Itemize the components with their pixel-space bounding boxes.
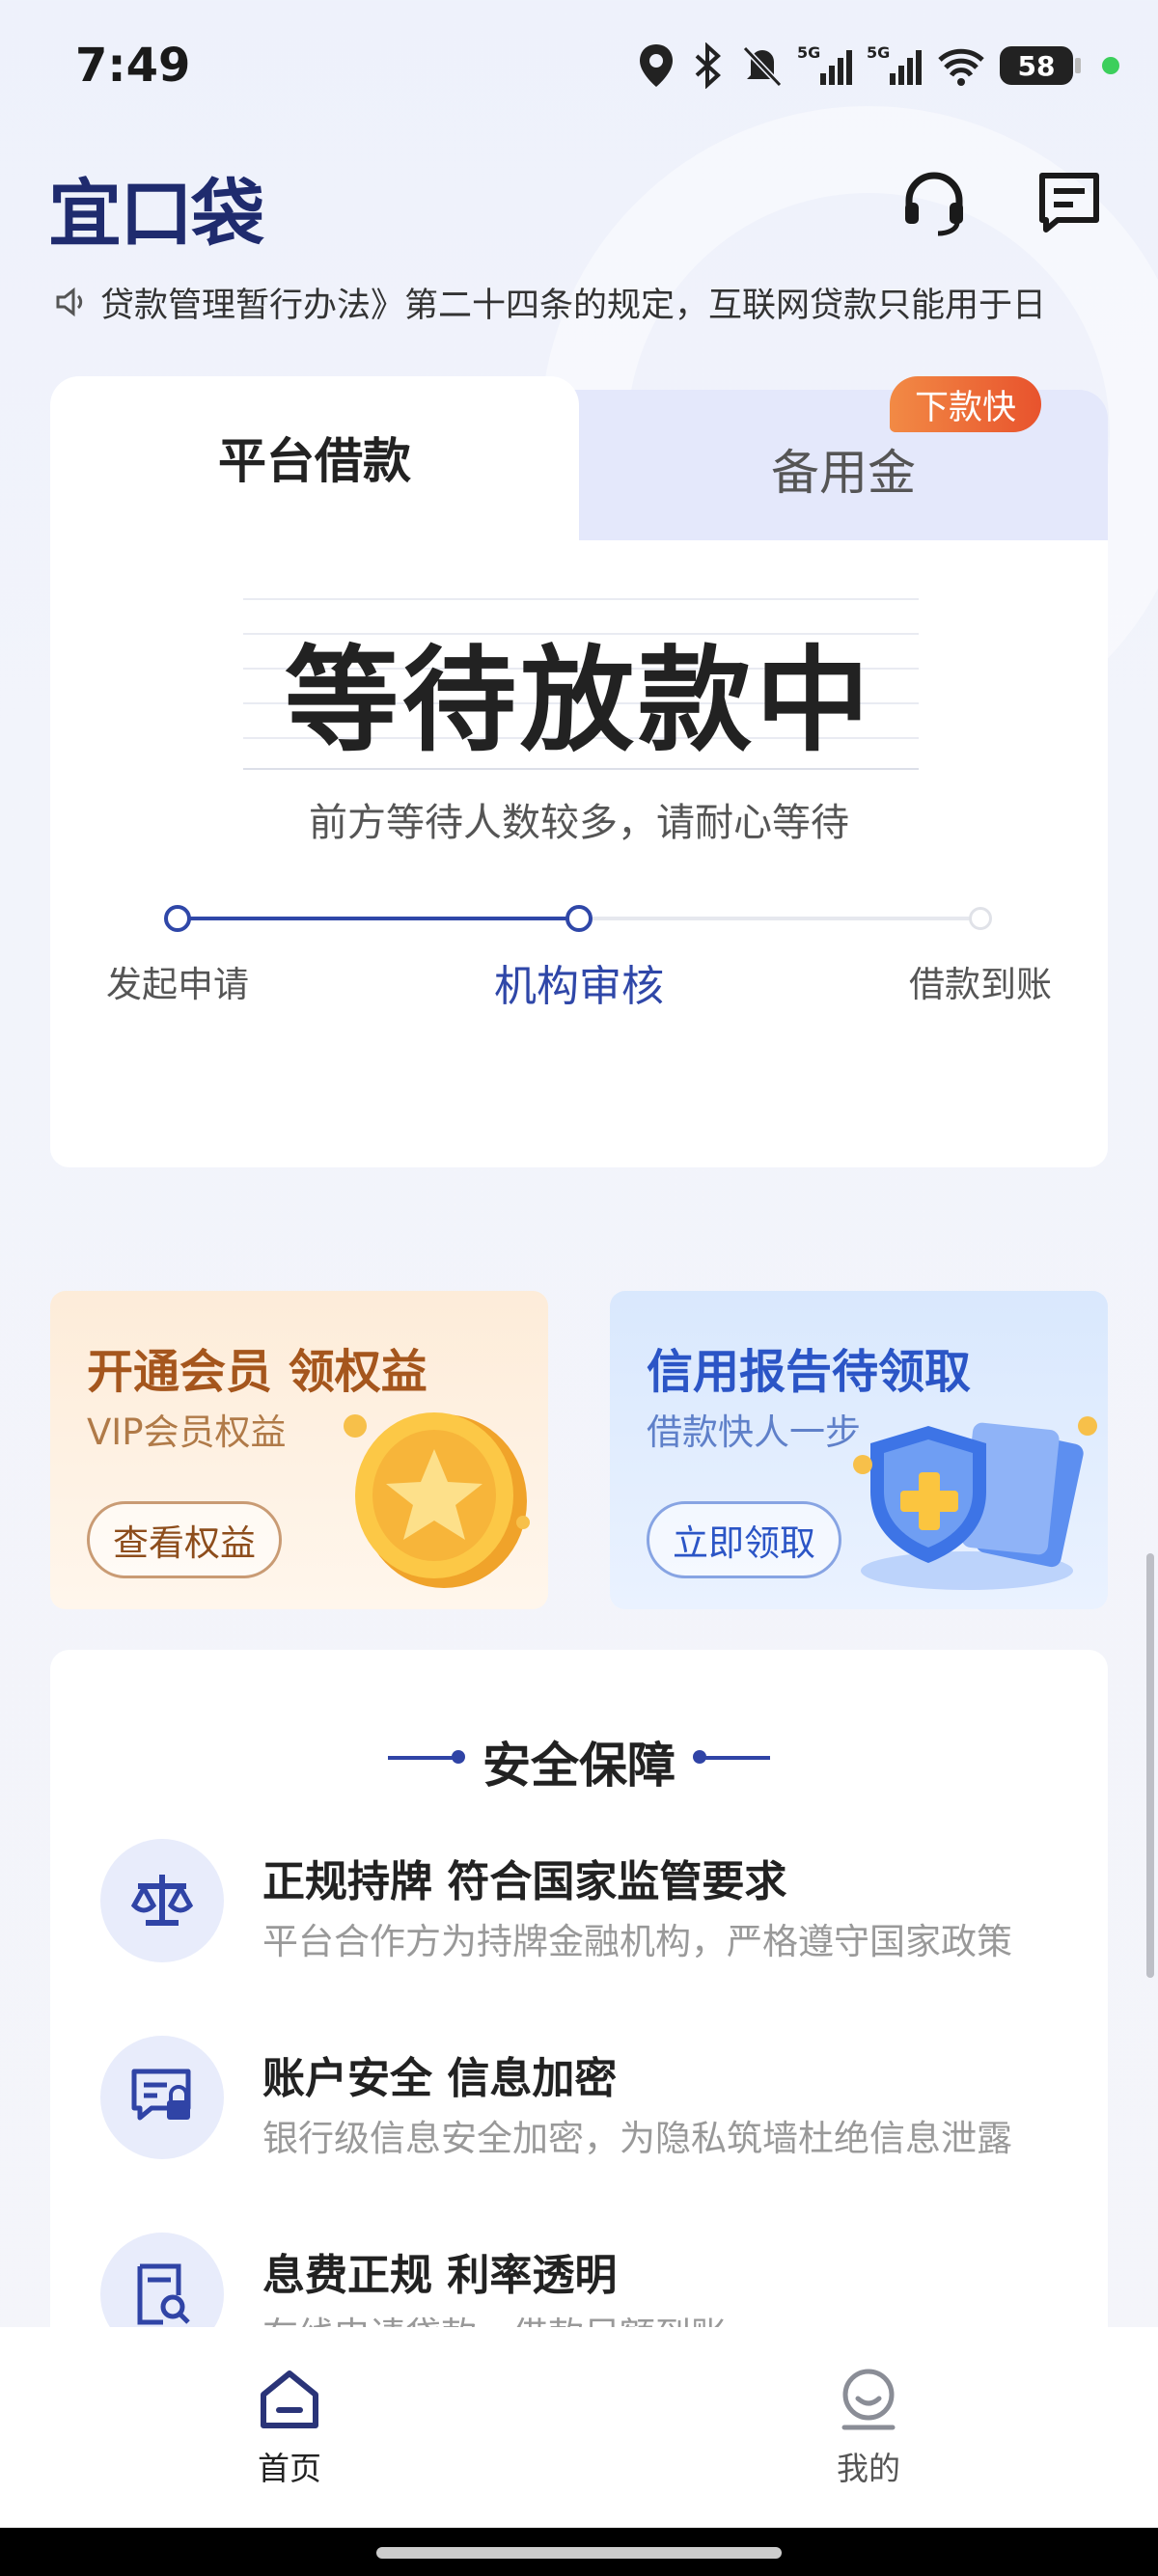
lock-message-icon: [100, 2036, 224, 2159]
scale-icon: [100, 1839, 224, 1962]
step-dot: [164, 905, 191, 932]
security-item-title: 息费正规 利率透明: [262, 2251, 618, 2300]
profile-icon: [841, 2369, 896, 2430]
title-decoration: [703, 1756, 770, 1760]
vip-promo-subtitle: VIP会员权益: [87, 1411, 287, 1453]
signal-5g-icon: 5G: [797, 43, 852, 85]
location-icon: [640, 44, 673, 87]
speaker-icon: [56, 287, 83, 317]
step-dot: [565, 905, 593, 932]
status-icons: 5G 5G 58: [637, 42, 1119, 89]
nav-me[interactable]: 我的: [772, 2368, 965, 2489]
step-label: 发起申请: [106, 964, 249, 1005]
svg-text:5G: 5G: [797, 43, 820, 62]
status-bar: 7:49 5G 5G 58: [0, 0, 1158, 145]
bluetooth-icon: [695, 42, 721, 89]
scrollbar[interactable]: [1146, 1553, 1154, 1978]
progress-line-pending: [579, 917, 980, 920]
tab-platform-loan[interactable]: 平台借款: [50, 376, 579, 569]
tab-reserve-fund-label: 备用金: [771, 445, 916, 501]
notice-marquee[interactable]: 贷款管理暂行办法》第二十四条的规定，互联网贷款只能用于日: [54, 275, 1106, 329]
credit-report-promo-card[interactable]: 信用报告待领取 借款快人一步 立即领取: [610, 1291, 1108, 1609]
gold-coin-icon: [344, 1412, 530, 1588]
vip-promo-card[interactable]: 开通会员 领权益 VIP会员权益 查看权益: [50, 1291, 548, 1609]
security-item-desc: 银行级信息安全加密，为隐私筑墙杜绝信息泄露: [262, 2118, 1012, 2159]
gesture-bar: [0, 2528, 1158, 2576]
svg-text:5G: 5G: [867, 43, 890, 62]
notice-text: 贷款管理暂行办法》第二十四条的规定，互联网贷款只能用于日: [100, 286, 1047, 325]
shield-icon: [853, 1416, 1097, 1590]
home-icon: [261, 2370, 318, 2428]
loan-status-subtitle: 前方等待人数较多，请耐心等待: [309, 801, 849, 845]
messages-button[interactable]: [1033, 166, 1106, 239]
fast-disbursal-badge: 下款快: [890, 376, 1042, 432]
nav-home[interactable]: 首页: [193, 2368, 386, 2489]
credit-promo-subtitle: 借款快人一步: [647, 1411, 861, 1453]
security-section: 安全保障 正规持牌 符合国家监管要求 平台合作方为持牌金融机构，严格遵守国家政策…: [50, 1650, 1108, 2364]
security-item-title: 账户安全 信息加密: [262, 2054, 618, 2103]
security-item: 正规持牌 符合国家监管要求 平台合作方为持牌金融机构，严格遵守国家政策: [100, 1839, 1065, 1974]
security-item-title: 正规持牌 符合国家监管要求: [262, 1857, 787, 1906]
message-icon: [1039, 173, 1099, 233]
view-benefits-button[interactable]: 查看权益: [87, 1501, 282, 1578]
privacy-indicator-dot: [1102, 57, 1119, 74]
nav-me-label: 我的: [837, 2450, 900, 2487]
step-label: 借款到账: [909, 964, 1052, 1005]
headset-icon: [905, 172, 963, 236]
loan-status-card: 平台借款 备用金 下款快 等待放款中 前方等待人数较多，请耐心等待 发起申请 机…: [50, 376, 1108, 1167]
step-dot: [969, 907, 992, 930]
battery-indicator: 58: [1000, 46, 1081, 85]
customer-service-button[interactable]: [897, 166, 971, 239]
mute-bell-icon: [742, 45, 783, 88]
security-title: 安全保障: [482, 1738, 676, 1794]
progress-line-done: [178, 917, 579, 920]
home-indicator[interactable]: [376, 2547, 782, 2559]
credit-promo-title: 信用报告待领取: [647, 1345, 972, 1399]
tab-platform-loan-label: 平台借款: [218, 433, 411, 489]
loan-status-title: 等待放款中: [284, 634, 873, 767]
app-logo: 宜口袋: [48, 171, 264, 257]
nav-home-label: 首页: [258, 2450, 321, 2487]
security-item: 账户安全 信息加密 银行级信息安全加密，为隐私筑墙杜绝信息泄露: [100, 2036, 1065, 2171]
step-label-current: 机构审核: [494, 962, 664, 1011]
progress-steps: 发起申请 机构审核 借款到账: [50, 897, 1108, 1011]
security-item-desc: 平台合作方为持牌金融机构，严格遵守国家政策: [262, 1921, 1012, 1962]
bottom-navigation: 首页 我的: [0, 2327, 1158, 2528]
wifi-icon: [938, 48, 984, 86]
signal-5g-icon: 5G: [867, 43, 922, 85]
status-time: 7:49: [75, 39, 191, 93]
claim-now-button[interactable]: 立即领取: [647, 1501, 841, 1578]
